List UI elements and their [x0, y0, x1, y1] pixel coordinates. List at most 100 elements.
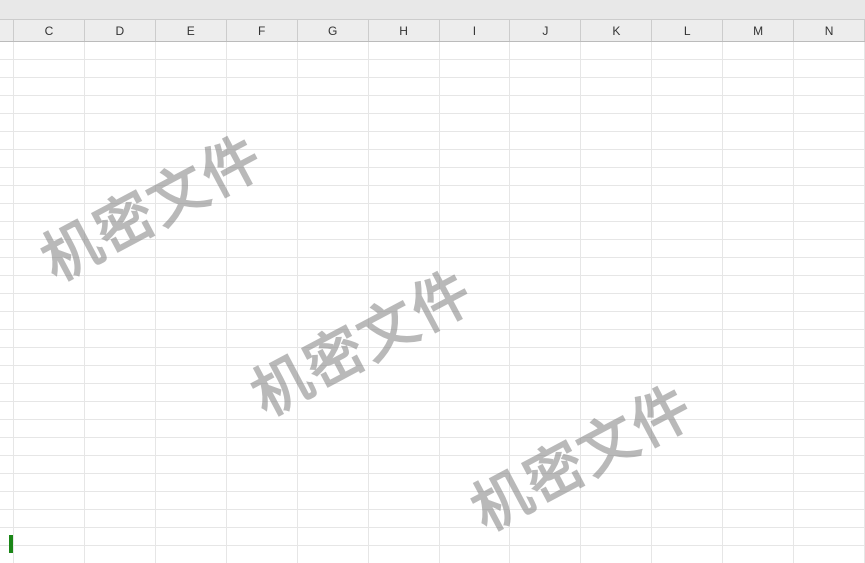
cell[interactable] [14, 366, 85, 384]
cell[interactable] [369, 294, 440, 312]
cell[interactable] [510, 240, 581, 258]
cell[interactable] [298, 546, 369, 563]
cell[interactable] [723, 348, 794, 366]
column-header-n[interactable]: N [794, 20, 865, 41]
cell[interactable] [581, 402, 652, 420]
cell[interactable] [652, 222, 723, 240]
cell[interactable] [156, 150, 227, 168]
cell[interactable] [0, 330, 14, 348]
cell[interactable] [298, 96, 369, 114]
cell[interactable] [369, 150, 440, 168]
cell[interactable] [0, 456, 14, 474]
cell[interactable] [794, 402, 865, 420]
cell[interactable] [510, 114, 581, 132]
cell[interactable] [227, 384, 298, 402]
cell[interactable] [581, 132, 652, 150]
cell[interactable] [794, 60, 865, 78]
cell[interactable] [369, 402, 440, 420]
cell[interactable] [369, 330, 440, 348]
cell[interactable] [652, 132, 723, 150]
cell[interactable] [14, 168, 85, 186]
cell[interactable] [581, 276, 652, 294]
cell[interactable] [440, 222, 511, 240]
cell[interactable] [156, 114, 227, 132]
cell[interactable] [581, 312, 652, 330]
cell[interactable] [510, 186, 581, 204]
cell[interactable] [581, 474, 652, 492]
cell[interactable] [14, 294, 85, 312]
cell[interactable] [510, 60, 581, 78]
cell[interactable] [14, 438, 85, 456]
cell[interactable] [14, 546, 85, 563]
cell[interactable] [369, 492, 440, 510]
cell[interactable] [369, 132, 440, 150]
cell[interactable] [298, 168, 369, 186]
cell[interactable] [14, 240, 85, 258]
cell[interactable] [298, 402, 369, 420]
cell[interactable] [581, 78, 652, 96]
cell[interactable] [723, 204, 794, 222]
cell[interactable] [0, 420, 14, 438]
cell[interactable] [581, 294, 652, 312]
cell[interactable] [652, 528, 723, 546]
cell[interactable] [369, 42, 440, 60]
cell[interactable] [0, 510, 14, 528]
cell[interactable] [510, 132, 581, 150]
cell[interactable] [723, 456, 794, 474]
cell[interactable] [85, 528, 156, 546]
cell[interactable] [581, 420, 652, 438]
cell[interactable] [510, 528, 581, 546]
cell[interactable] [156, 492, 227, 510]
cell[interactable] [440, 186, 511, 204]
column-header-partial[interactable] [0, 20, 14, 41]
cell[interactable] [14, 312, 85, 330]
cell[interactable] [652, 168, 723, 186]
cell[interactable] [0, 204, 14, 222]
cell[interactable] [227, 366, 298, 384]
cell[interactable] [156, 384, 227, 402]
cell[interactable] [369, 240, 440, 258]
cell[interactable] [227, 132, 298, 150]
cell[interactable] [14, 474, 85, 492]
cell[interactable] [85, 96, 156, 114]
cell[interactable] [14, 204, 85, 222]
cell[interactable] [298, 60, 369, 78]
cell[interactable] [510, 330, 581, 348]
cell[interactable] [0, 186, 14, 204]
cell[interactable] [156, 96, 227, 114]
cell[interactable] [156, 366, 227, 384]
cell[interactable] [0, 366, 14, 384]
cell[interactable] [440, 546, 511, 563]
cell[interactable] [440, 276, 511, 294]
cell[interactable] [794, 168, 865, 186]
cell[interactable] [440, 42, 511, 60]
cell[interactable] [794, 204, 865, 222]
cell[interactable] [14, 384, 85, 402]
cell[interactable] [510, 78, 581, 96]
cell[interactable] [227, 456, 298, 474]
cell[interactable] [0, 96, 14, 114]
cell[interactable] [794, 114, 865, 132]
cell[interactable] [652, 150, 723, 168]
cell[interactable] [581, 492, 652, 510]
cell[interactable] [794, 384, 865, 402]
cell[interactable] [723, 42, 794, 60]
cell[interactable] [723, 132, 794, 150]
cell[interactable] [298, 132, 369, 150]
cell[interactable] [298, 42, 369, 60]
cell[interactable] [723, 222, 794, 240]
cell[interactable] [510, 384, 581, 402]
cell[interactable] [227, 204, 298, 222]
cell[interactable] [0, 240, 14, 258]
cell[interactable] [581, 222, 652, 240]
cell[interactable] [156, 456, 227, 474]
cell[interactable] [510, 96, 581, 114]
cell[interactable] [794, 492, 865, 510]
cell[interactable] [156, 222, 227, 240]
cell[interactable] [440, 60, 511, 78]
cell[interactable] [794, 96, 865, 114]
cell[interactable] [440, 456, 511, 474]
cell[interactable] [156, 186, 227, 204]
cell[interactable] [723, 186, 794, 204]
cell[interactable] [652, 420, 723, 438]
